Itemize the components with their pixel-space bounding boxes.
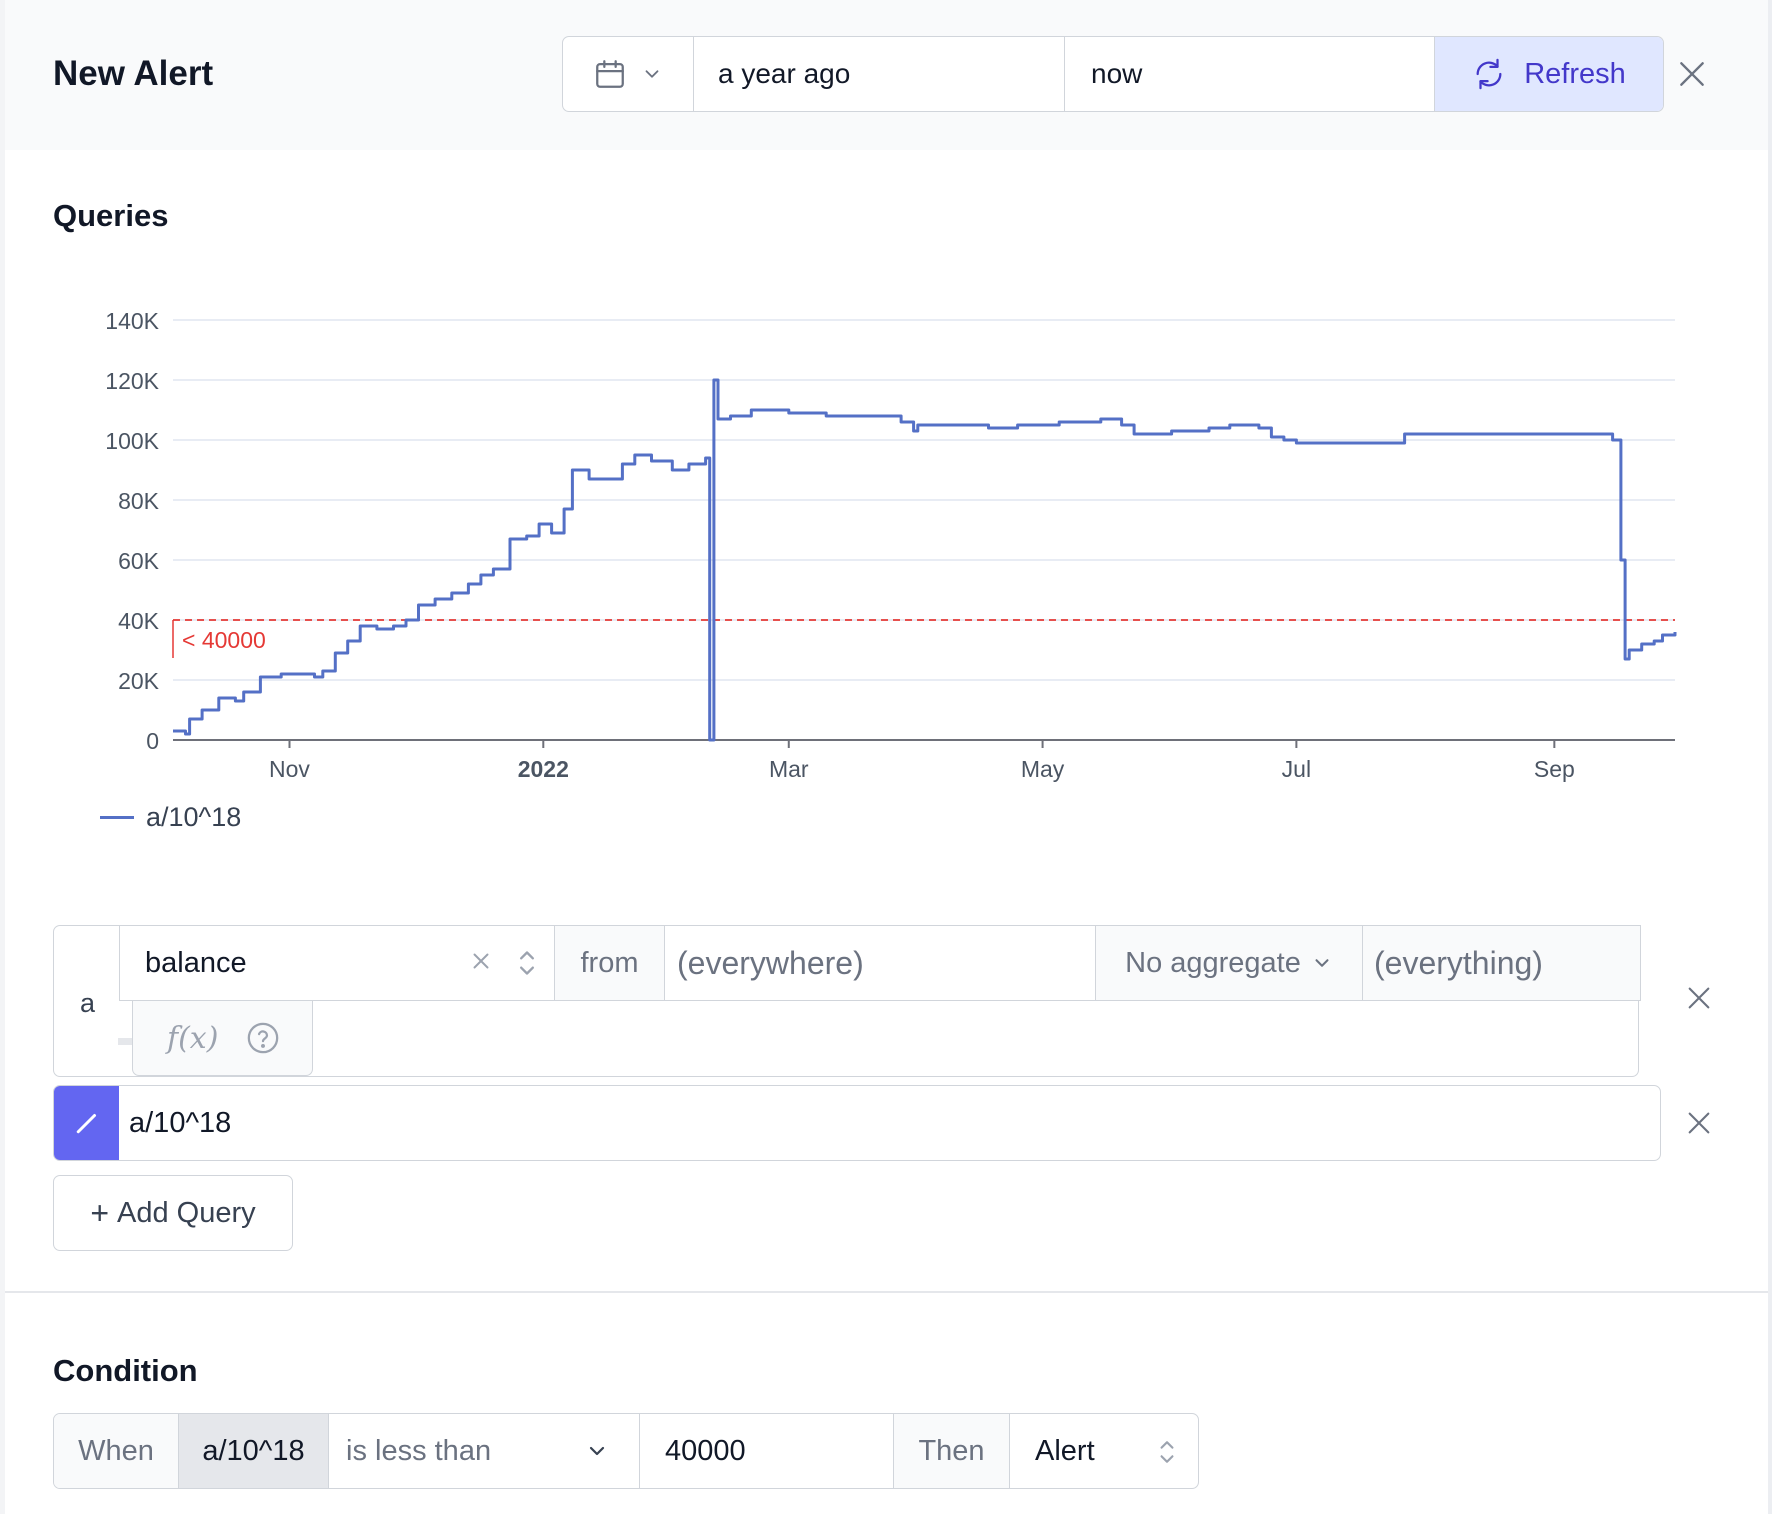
remove-query-icon[interactable] bbox=[1685, 984, 1713, 1012]
clear-icon[interactable] bbox=[468, 948, 494, 974]
operator-select[interactable]: is less than bbox=[329, 1414, 640, 1488]
group-by-input[interactable]: (everything) bbox=[1363, 926, 1640, 1000]
query-row: balance from (everywhere) No aggregate (… bbox=[119, 925, 1641, 1001]
modal-title: New Alert bbox=[53, 54, 214, 93]
chevron-down-icon bbox=[645, 70, 659, 78]
metric-value: balance bbox=[145, 946, 247, 979]
refresh-label: Refresh bbox=[1524, 57, 1626, 90]
y-tick-label: 0 bbox=[146, 728, 159, 754]
threshold-value-input[interactable]: 40000 bbox=[640, 1414, 894, 1488]
updown-icon bbox=[1160, 1441, 1174, 1463]
chart-legend[interactable]: a/10^18 bbox=[100, 802, 241, 833]
query-letter: a bbox=[80, 988, 96, 1018]
then-label: Then bbox=[894, 1414, 1010, 1488]
time-from-input[interactable]: a year ago bbox=[694, 37, 1065, 111]
condition-row: When a/10^18 is less than 40000 Then Ale… bbox=[53, 1413, 1199, 1489]
add-query-button[interactable]: + Add Query bbox=[53, 1175, 293, 1251]
updown-icon[interactable] bbox=[513, 945, 541, 981]
action-select[interactable]: Alert bbox=[1010, 1414, 1198, 1488]
time-range-bar: a year ago now Refresh bbox=[562, 36, 1664, 112]
line-chart: 0 20K 40K 60K 80K 100K 120K 140K Nov 2022 Mar May Ju… bbox=[105, 308, 1677, 782]
when-label: When bbox=[54, 1414, 179, 1488]
where-input[interactable]: (everywhere) bbox=[665, 926, 1096, 1000]
refresh-button[interactable]: Refresh bbox=[1435, 37, 1663, 111]
x-tick-label: Jul bbox=[1282, 756, 1311, 782]
remove-formula-icon[interactable] bbox=[1685, 1109, 1713, 1137]
edit-formula-button[interactable] bbox=[54, 1086, 119, 1160]
condition-metric[interactable]: a/10^18 bbox=[179, 1414, 329, 1488]
y-tick-label: 60K bbox=[118, 548, 160, 574]
modal-header: New Alert a year ago now Refresh bbox=[5, 0, 1768, 150]
condition-title: Condition bbox=[53, 1353, 198, 1388]
x-tick-label: Mar bbox=[769, 756, 809, 782]
calendar-dropdown[interactable] bbox=[563, 37, 694, 111]
action-value: Alert bbox=[1035, 1434, 1095, 1467]
fx-label: f(x) bbox=[167, 1020, 219, 1056]
fx-connector bbox=[118, 1038, 132, 1045]
y-tick-label: 40K bbox=[118, 608, 160, 634]
legend-label: a/10^18 bbox=[146, 802, 242, 832]
x-tick-label: Nov bbox=[269, 756, 310, 782]
y-tick-label: 140K bbox=[105, 308, 159, 334]
right-edge bbox=[1768, 0, 1772, 1514]
formula-row: a/10^18 bbox=[53, 1085, 1661, 1161]
aggregate-value: No aggregate bbox=[1125, 946, 1301, 979]
chevron-down-icon bbox=[1315, 959, 1329, 967]
x-tick-label: Sep bbox=[1534, 756, 1575, 782]
section-divider bbox=[5, 1291, 1768, 1293]
aggregate-select[interactable]: No aggregate bbox=[1096, 926, 1363, 1000]
x-tick-label: May bbox=[1021, 756, 1065, 782]
close-icon[interactable] bbox=[1676, 58, 1708, 90]
metric-select[interactable]: balance bbox=[120, 926, 555, 1000]
calendar-icon bbox=[596, 60, 624, 88]
x-tick-label: 2022 bbox=[518, 756, 569, 782]
queries-title: Queries bbox=[53, 198, 169, 233]
add-query-label: Add Query bbox=[117, 1196, 256, 1229]
formula-input[interactable]: a/10^18 bbox=[119, 1086, 1660, 1160]
y-tick-label: 120K bbox=[105, 368, 159, 394]
refresh-icon bbox=[1476, 58, 1502, 90]
plus-icon: + bbox=[90, 1194, 110, 1231]
chevron-down-icon bbox=[589, 1446, 605, 1456]
threshold-label: < 40000 bbox=[182, 627, 266, 653]
fx-function-button[interactable]: f(x) bbox=[132, 1000, 313, 1076]
query-block: a balance from (everywhere) No aggregate… bbox=[53, 925, 1641, 1077]
help-icon[interactable] bbox=[246, 1021, 280, 1055]
operator-value: is less than bbox=[346, 1434, 492, 1467]
y-tick-label: 20K bbox=[118, 668, 160, 694]
left-gutter bbox=[0, 0, 5, 1514]
y-tick-label: 100K bbox=[105, 428, 159, 454]
legend-swatch bbox=[100, 816, 134, 819]
time-to-input[interactable]: now bbox=[1065, 37, 1435, 111]
from-label: from bbox=[555, 926, 665, 1000]
pencil-icon bbox=[76, 1114, 96, 1134]
y-tick-label: 80K bbox=[118, 488, 160, 514]
